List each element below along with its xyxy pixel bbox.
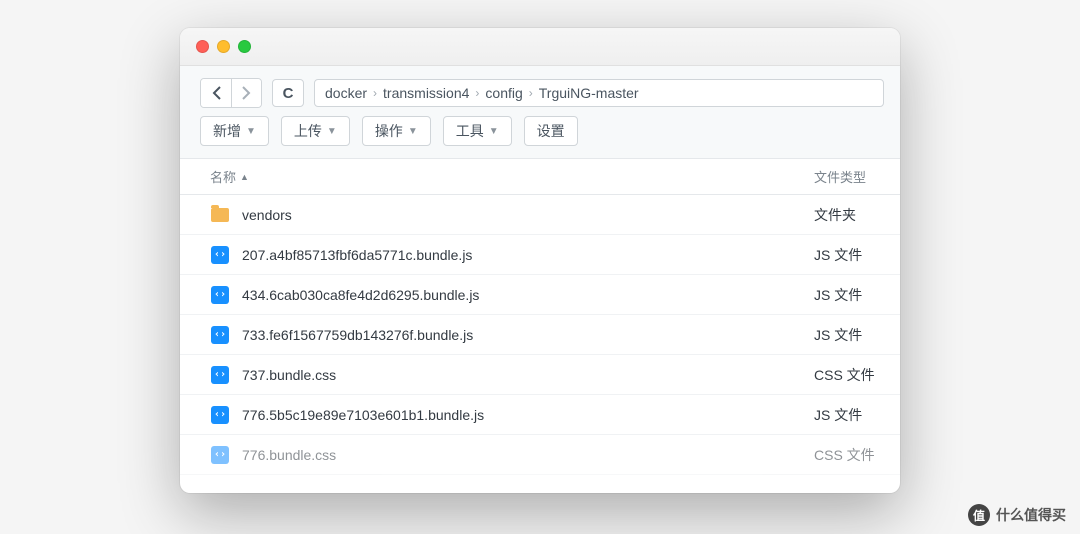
- column-type-label: 文件类型: [814, 170, 866, 185]
- column-name-header[interactable]: 名称 ▲: [180, 167, 810, 186]
- nav-toolbar: C docker › transmission4 › config › TrguiNG-ma…: [180, 66, 900, 116]
- tool-button[interactable]: 工具 ▼: [443, 116, 512, 146]
- file-name: 737.bundle.css: [242, 367, 336, 383]
- caret-down-icon: ▼: [408, 126, 418, 137]
- file-type: CSS 文件: [810, 445, 900, 465]
- code-file-icon: ‹›: [210, 325, 230, 345]
- file-name: 776.5b5c19e89e7103e601b1.bundle.js: [242, 407, 484, 423]
- back-button[interactable]: [201, 79, 231, 107]
- file-name-cell: ‹› 733.fe6f1567759db143276f.bundle.js: [180, 325, 810, 345]
- breadcrumb-segment[interactable]: TrguiNG-master: [539, 85, 639, 101]
- file-manager-window: C docker › transmission4 › config › TrguiNG-ma…: [180, 28, 900, 493]
- action-button[interactable]: 操作 ▼: [362, 116, 431, 146]
- settings-button[interactable]: 设置: [524, 116, 578, 146]
- file-type: JS 文件: [810, 405, 900, 425]
- breadcrumb-segment[interactable]: config: [485, 85, 522, 101]
- file-row[interactable]: vendors 文件夹: [180, 195, 900, 235]
- code-file-icon: ‹›: [210, 365, 230, 385]
- refresh-button[interactable]: C: [272, 79, 304, 107]
- maximize-button[interactable]: [238, 40, 251, 53]
- new-label: 新增: [213, 121, 241, 141]
- nav-buttons: [200, 78, 262, 108]
- column-name-label: 名称: [210, 167, 236, 186]
- file-name-cell: ‹› 737.bundle.css: [180, 365, 810, 385]
- file-type: JS 文件: [810, 325, 900, 345]
- file-name-cell: ‹› 776.bundle.css: [180, 445, 810, 465]
- file-name: vendors: [242, 207, 292, 223]
- file-row[interactable]: ‹› 776.5b5c19e89e7103e601b1.bundle.js JS 文…: [180, 395, 900, 435]
- breadcrumb-segment[interactable]: transmission4: [383, 85, 469, 101]
- new-button[interactable]: 新增 ▼: [200, 116, 269, 146]
- caret-down-icon: ▼: [489, 126, 499, 137]
- forward-button[interactable]: [231, 79, 261, 107]
- file-type: CSS 文件: [810, 365, 900, 385]
- upload-button[interactable]: 上传 ▼: [281, 116, 350, 146]
- chevron-right-icon: ›: [529, 86, 533, 100]
- action-label: 操作: [375, 121, 403, 141]
- file-type: 文件夹: [810, 205, 900, 225]
- file-type: JS 文件: [810, 245, 900, 265]
- tool-label: 工具: [456, 121, 484, 141]
- file-row[interactable]: ‹› 776.bundle.css CSS 文件: [180, 435, 900, 475]
- file-row[interactable]: ‹› 737.bundle.css CSS 文件: [180, 355, 900, 395]
- file-row[interactable]: ‹› 733.fe6f1567759db143276f.bundle.js JS 文…: [180, 315, 900, 355]
- caret-down-icon: ▼: [327, 126, 337, 137]
- caret-down-icon: ▼: [246, 126, 256, 137]
- chevron-left-icon: [212, 86, 221, 100]
- code-file-icon: ‹›: [210, 445, 230, 465]
- file-name: 776.bundle.css: [242, 447, 336, 463]
- file-row[interactable]: ‹› 434.6cab030ca8fe4d2d6295.bundle.js JS 文…: [180, 275, 900, 315]
- refresh-icon: C: [283, 85, 294, 102]
- code-file-icon: ‹›: [210, 405, 230, 425]
- column-type-header[interactable]: 文件类型: [810, 167, 900, 186]
- table-header: 名称 ▲ 文件类型: [180, 159, 900, 195]
- file-name: 434.6cab030ca8fe4d2d6295.bundle.js: [242, 287, 479, 303]
- file-name-cell: ‹› 434.6cab030ca8fe4d2d6295.bundle.js: [180, 285, 810, 305]
- action-toolbar: 新增 ▼ 上传 ▼ 操作 ▼ 工具 ▼ 设置: [180, 116, 900, 159]
- chevron-right-icon: ›: [373, 86, 377, 100]
- file-row[interactable]: ‹› 207.a4bf85713fbf6da5771c.bundle.js JS 文…: [180, 235, 900, 275]
- watermark: 值 什么值得买: [968, 504, 1066, 526]
- upload-label: 上传: [294, 121, 322, 141]
- file-name-cell: ‹› 207.a4bf85713fbf6da5771c.bundle.js: [180, 245, 810, 265]
- sort-asc-icon: ▲: [240, 172, 249, 182]
- breadcrumb-segment[interactable]: docker: [325, 85, 367, 101]
- close-button[interactable]: [196, 40, 209, 53]
- file-type: JS 文件: [810, 285, 900, 305]
- settings-label: 设置: [537, 121, 565, 141]
- titlebar: [180, 28, 900, 66]
- chevron-right-icon: [242, 86, 251, 100]
- watermark-text: 什么值得买: [996, 505, 1066, 525]
- file-name-cell: ‹› 776.5b5c19e89e7103e601b1.bundle.js: [180, 405, 810, 425]
- file-name: 733.fe6f1567759db143276f.bundle.js: [242, 327, 473, 343]
- code-file-icon: ‹›: [210, 245, 230, 265]
- breadcrumb[interactable]: docker › transmission4 › config › TrguiNG-mast…: [314, 79, 884, 107]
- file-name: 207.a4bf85713fbf6da5771c.bundle.js: [242, 247, 472, 263]
- folder-icon: [210, 205, 230, 225]
- watermark-icon: 值: [968, 504, 990, 526]
- file-name-cell: vendors: [180, 205, 810, 225]
- code-file-icon: ‹›: [210, 285, 230, 305]
- chevron-right-icon: ›: [475, 86, 479, 100]
- minimize-button[interactable]: [217, 40, 230, 53]
- file-list: vendors 文件夹 ‹› 207.a4bf85713fbf6da5771c.bun…: [180, 195, 900, 475]
